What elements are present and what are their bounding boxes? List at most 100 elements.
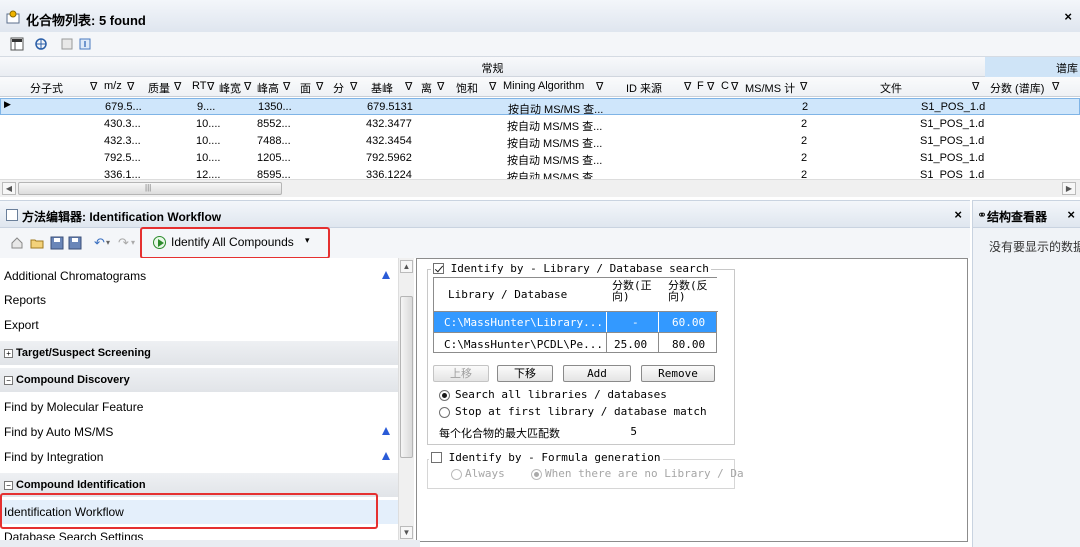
filter-icon[interactable]: ∇ — [316, 80, 323, 93]
col-area[interactable]: 面 — [300, 80, 311, 96]
nav-item-identification-workflow[interactable]: Identification Workflow — [0, 500, 398, 524]
col-score[interactable]: 分 — [333, 80, 344, 96]
close-icon[interactable]: × — [1064, 9, 1072, 24]
col-msms-count[interactable]: MS/MS 计 — [745, 80, 795, 96]
when-no-library-label: When there are no Library / Da — [545, 467, 744, 480]
scroll-thumb[interactable] — [400, 296, 413, 458]
filter-icon[interactable]: ∇ — [174, 80, 181, 93]
chevron-down-icon[interactable]: ▾ — [106, 238, 110, 247]
max-matches-input[interactable]: 5 — [577, 423, 641, 441]
filter-icon[interactable]: ∇ — [244, 80, 251, 93]
scroll-right-icon[interactable]: ▶ — [1062, 182, 1076, 195]
horizontal-scrollbar[interactable]: ◀ ||| ▶ — [0, 179, 1080, 197]
nav-scrollbar[interactable]: ▲ ▼ — [398, 258, 414, 542]
always-radio[interactable] — [451, 469, 462, 480]
scroll-left-icon[interactable]: ◀ — [2, 182, 16, 195]
col-library[interactable]: Library / Database — [448, 288, 567, 301]
stop-first-match-radio[interactable] — [439, 407, 450, 418]
col-id-source[interactable]: ID 来源 — [626, 80, 662, 96]
scroll-down-icon[interactable]: ▼ — [400, 526, 413, 539]
table-row[interactable]: ▶ 679.5... 9.... 1350... 679.5131 按自动 MS… — [0, 98, 1080, 116]
filter-icon[interactable]: ∇ — [684, 80, 691, 93]
nav-item-reports[interactable]: Reports — [0, 288, 398, 312]
nav-section-target-screening[interactable]: + Target/Suspect Screening — [0, 341, 398, 365]
nav-section-compound-identification[interactable]: − Compound Identification — [0, 473, 398, 497]
col-mz[interactable]: m/z — [104, 80, 122, 92]
close-icon[interactable]: × — [954, 207, 962, 222]
nav-item-export[interactable]: Export — [0, 313, 398, 337]
filter-icon[interactable]: ∇ — [731, 80, 738, 93]
filter-icon[interactable]: ∇ — [350, 80, 357, 93]
when-no-library-radio[interactable] — [531, 469, 542, 480]
empty-message: 没有要显示的数据 — [989, 240, 1080, 254]
col-c[interactable]: C — [721, 80, 729, 92]
filter-icon[interactable]: ∇ — [800, 80, 807, 93]
close-icon[interactable]: × — [1067, 207, 1075, 222]
collapse-icon[interactable]: − — [4, 376, 13, 385]
info-icon[interactable] — [78, 37, 92, 51]
nav-item-find-by-molecular-feature[interactable]: Find by Molecular Feature — [0, 395, 398, 419]
search-all-radio[interactable] — [439, 390, 450, 401]
col-mining-algorithm[interactable]: Mining Algorithm — [503, 80, 584, 92]
save-icon[interactable] — [50, 236, 64, 250]
filter-icon[interactable]: ∇ — [405, 80, 412, 93]
save-as-icon[interactable] — [68, 236, 82, 250]
redo-icon[interactable]: ↷ — [118, 235, 129, 251]
formula-checkbox[interactable] — [431, 452, 442, 463]
add-button[interactable]: Add — [563, 365, 631, 382]
col-rt[interactable]: RT — [192, 80, 206, 92]
nav-item-additional-chromatograms[interactable]: Additional Chromatograms — [0, 264, 398, 288]
filter-icon[interactable]: ∇ — [90, 80, 97, 93]
open-icon[interactable] — [30, 236, 44, 250]
identify-all-compounds-button[interactable]: Identify All Compounds ▾ — [146, 231, 326, 253]
expand-icon[interactable]: + — [4, 349, 13, 358]
col-formula[interactable]: 分子式 — [30, 80, 63, 96]
col-score-forward[interactable]: 分数(正向) — [612, 280, 660, 302]
table-row[interactable]: 430.3... 10.... 8552... 432.3477 按自动 MS/… — [0, 116, 1080, 133]
structure-icon[interactable] — [34, 37, 48, 51]
filter-icon[interactable]: ∇ — [127, 80, 134, 93]
filter-icon[interactable]: ∇ — [437, 80, 444, 93]
table-columns-icon[interactable] — [10, 37, 24, 51]
col-saturation[interactable]: 饱和 — [456, 80, 478, 96]
col-height[interactable]: 峰高 — [257, 80, 279, 96]
filter-icon[interactable]: ∇ — [489, 80, 496, 93]
col-mass[interactable]: 质量 — [148, 80, 170, 96]
cell-base-peak: 679.5131 — [367, 101, 413, 113]
chevron-down-icon[interactable]: ▾ — [131, 238, 135, 247]
formula-legend: Identify by - Formula generation — [429, 451, 663, 465]
library-row-selected[interactable]: C:\MassHunter\Library... - 60.00 — [434, 312, 716, 333]
col-score-reverse[interactable]: 分数(反向) — [668, 280, 716, 302]
col-width[interactable]: 峰宽 — [219, 80, 241, 96]
nav-item-find-by-auto-msms[interactable]: Find by Auto MS/MS — [0, 420, 398, 444]
table-row[interactable]: 792.5... 10.... 1205... 792.5962 按自动 MS/… — [0, 150, 1080, 167]
move-up-button[interactable]: 上移 — [433, 365, 489, 382]
filter-icon[interactable]: ∇ — [1052, 80, 1059, 93]
table-row[interactable]: 432.3... 10.... 7488... 432.3454 按自动 MS/… — [0, 133, 1080, 150]
filter-icon[interactable]: ∇ — [972, 80, 979, 93]
col-ion[interactable]: 离 — [421, 80, 432, 96]
nav-section-compound-discovery[interactable]: − Compound Discovery — [0, 368, 398, 392]
library-search-checkbox[interactable] — [433, 263, 444, 274]
home-icon[interactable] — [10, 236, 24, 250]
filter-icon[interactable]: ∇ — [207, 80, 214, 93]
method-editor-titlebar: 方法编辑器: Identification Workflow × — [0, 200, 970, 228]
scroll-up-icon[interactable]: ▲ — [400, 260, 413, 273]
export-icon[interactable] — [60, 37, 74, 51]
filter-icon[interactable]: ∇ — [283, 80, 290, 93]
filter-icon[interactable]: ∇ — [596, 80, 603, 93]
nav-item-find-by-integration[interactable]: Find by Integration — [0, 445, 398, 469]
filter-icon[interactable]: ∇ — [707, 80, 714, 93]
collapse-icon[interactable]: − — [4, 481, 13, 490]
scroll-thumb[interactable]: ||| — [18, 182, 282, 195]
undo-icon[interactable]: ↶ — [94, 235, 105, 251]
col-library-score[interactable]: 分数 (谱库) — [990, 80, 1044, 96]
remove-button[interactable]: Remove — [641, 365, 715, 382]
library-row[interactable]: C:\MassHunter\PCDL\Pe... 25.00 80.00 — [434, 333, 716, 354]
col-file[interactable]: 文件 — [880, 80, 902, 96]
col-f[interactable]: F — [697, 80, 704, 92]
cell-mass: 10.... — [196, 135, 221, 147]
col-base-peak[interactable]: 基峰 — [371, 80, 393, 96]
move-down-button[interactable]: 下移 — [497, 365, 553, 382]
chevron-down-icon[interactable]: ▾ — [305, 235, 310, 246]
